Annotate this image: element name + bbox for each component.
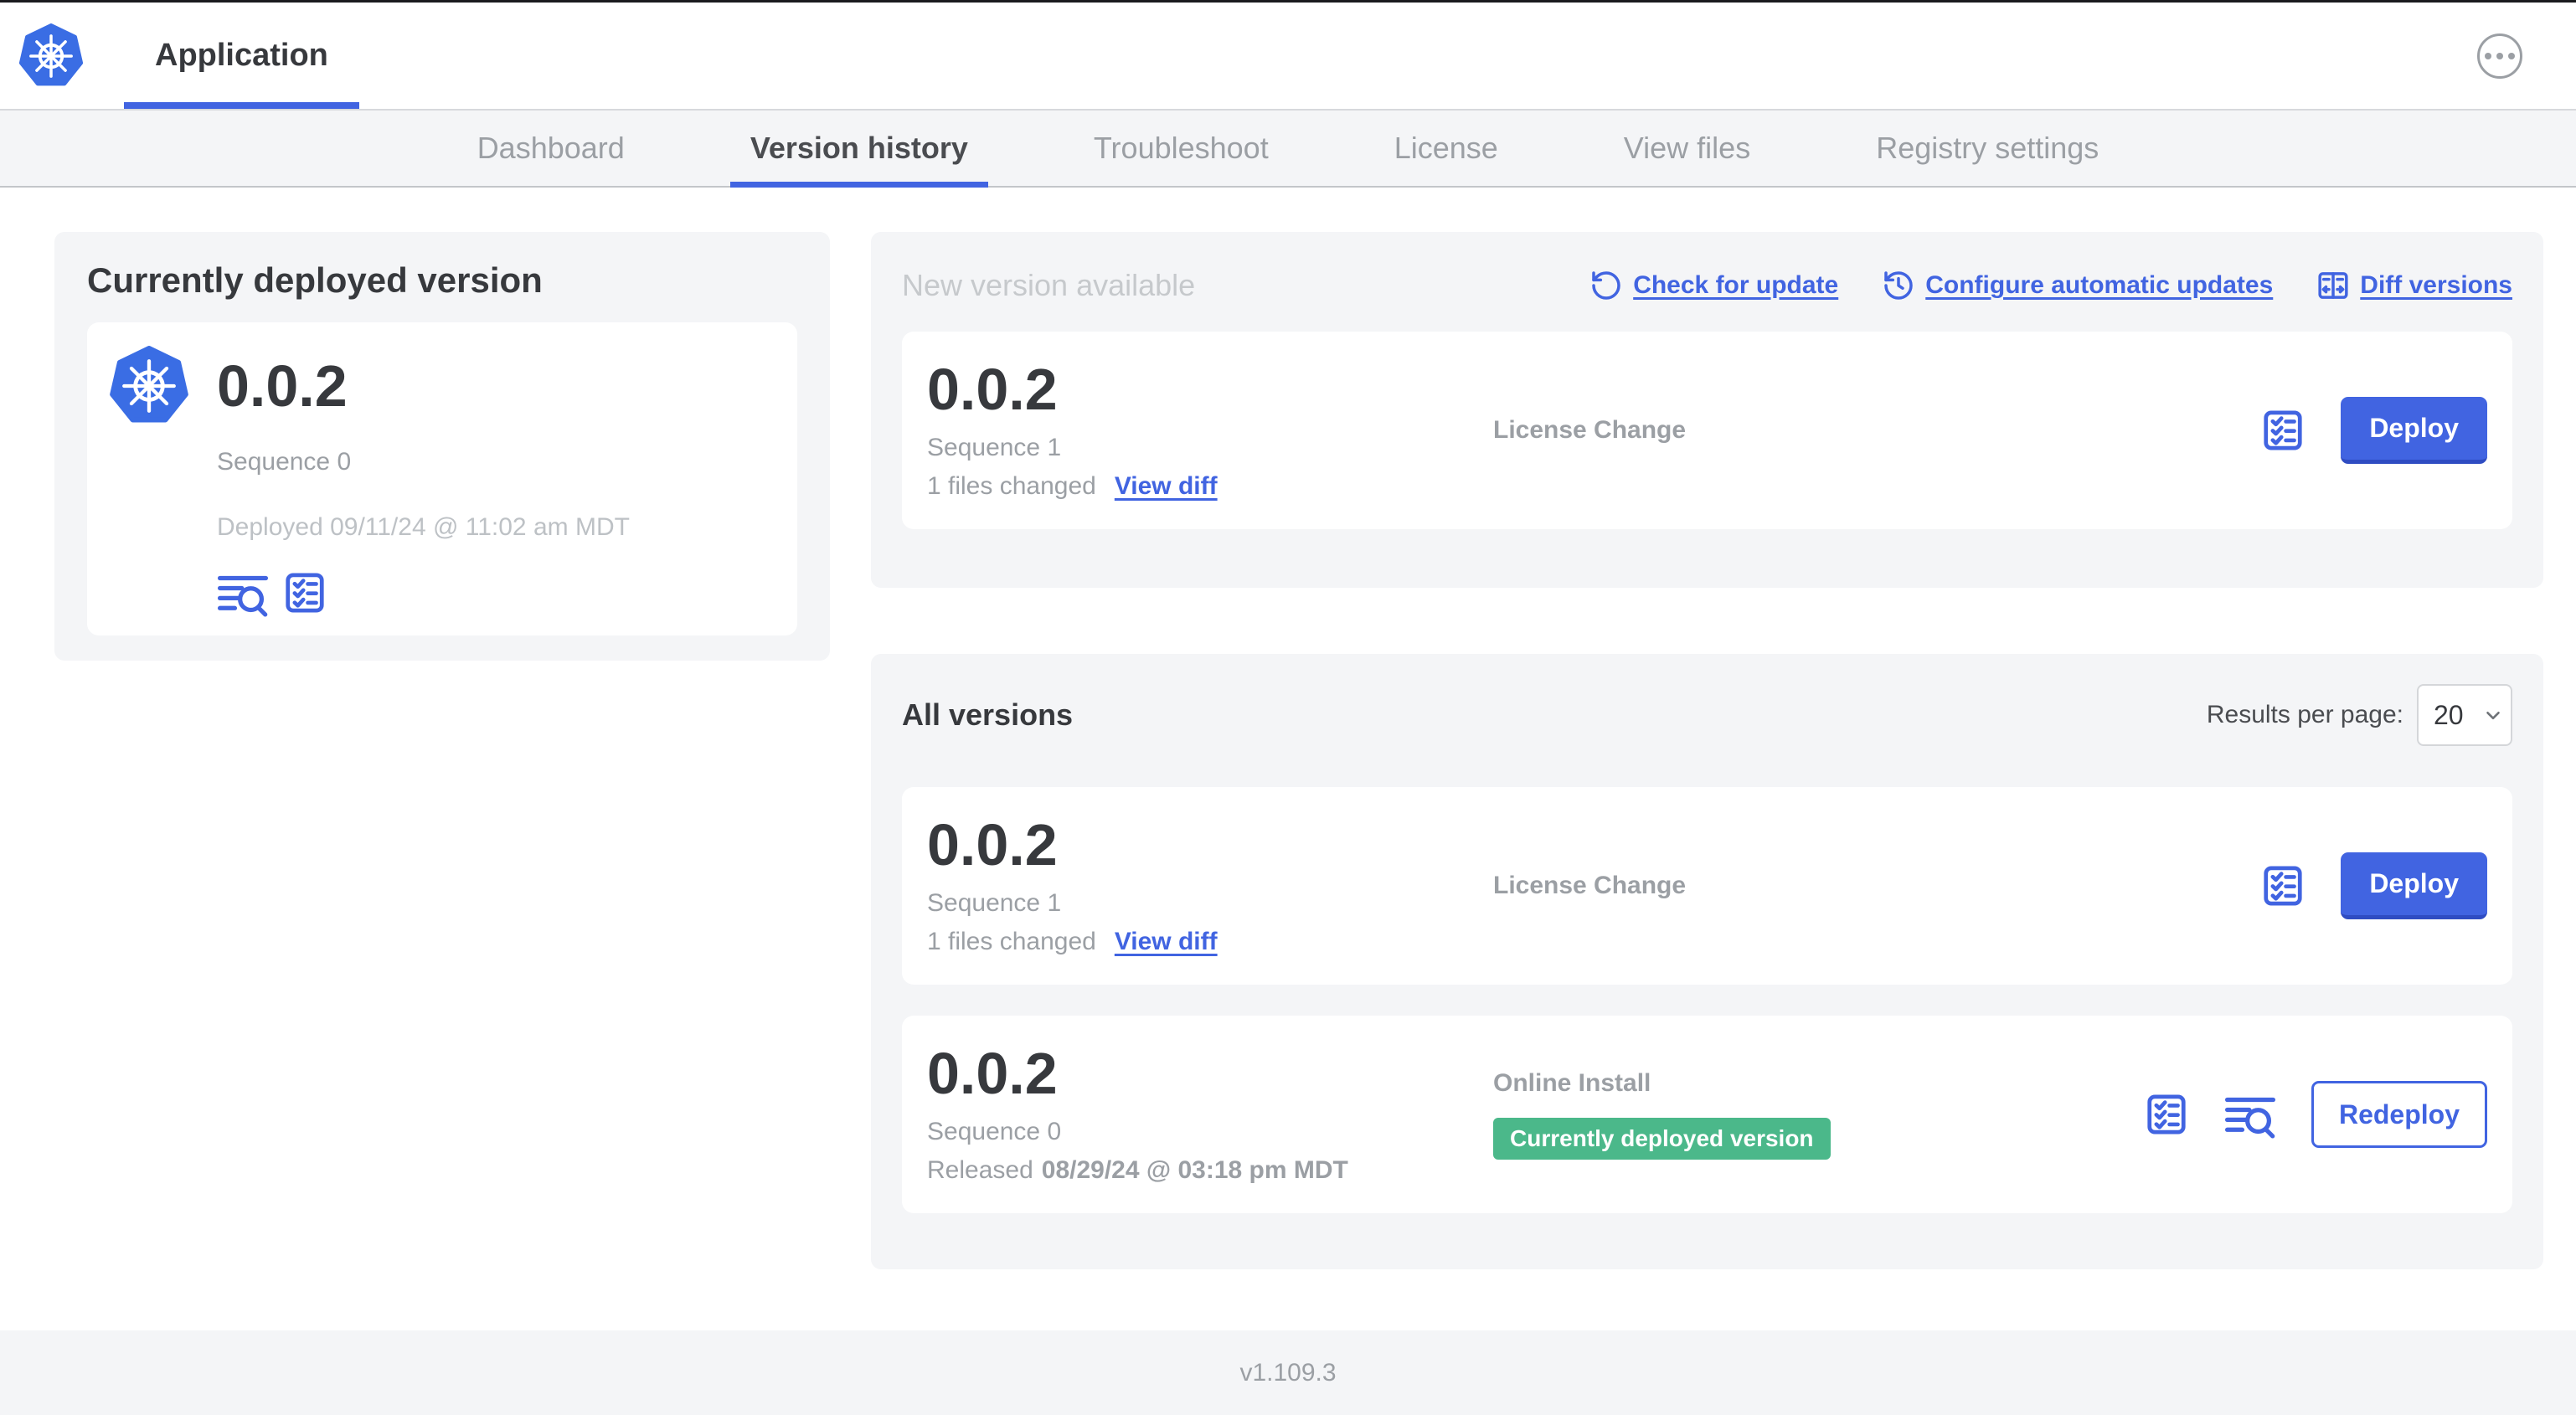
version-row: 0.0.2 Sequence 1 1 files changed View di… [902, 787, 2512, 985]
view-diff-link[interactable]: View diff [1115, 928, 1218, 956]
tab-dashboard[interactable]: Dashboard [477, 111, 625, 186]
version-number: 0.0.2 [927, 1041, 1058, 1106]
tab-view-files[interactable]: View files [1624, 111, 1750, 186]
deploy-button[interactable]: Deploy [2341, 852, 2487, 919]
view-logs-icon[interactable] [217, 570, 269, 615]
redeploy-button[interactable]: Redeploy [2311, 1081, 2487, 1148]
deploy-button[interactable]: Deploy [2341, 397, 2487, 464]
version-sequence: Sequence 1 [927, 889, 1062, 917]
current-version-number: 0.0.2 [217, 353, 348, 419]
preflight-checks-icon[interactable] [2144, 1092, 2189, 1137]
kubernetes-version-icon [109, 346, 189, 426]
tab-license[interactable]: License [1394, 111, 1498, 186]
refresh-icon [1589, 269, 1623, 302]
right-column: New version available Check for update C… [871, 232, 2543, 1269]
results-per-page-label: Results per page: [2206, 701, 2403, 728]
view-logs-icon[interactable] [2224, 1092, 2276, 1137]
console-footer: v1.109.3 [0, 1330, 2576, 1415]
diff-icon [2316, 269, 2350, 302]
version-source: License Change [1493, 872, 1687, 899]
tab-version-history[interactable]: Version history [729, 111, 988, 188]
current-version-sequence: Sequence 0 [217, 448, 352, 476]
version-sequence: Sequence 0 [927, 1118, 1062, 1145]
app-tab-label: Application [155, 38, 328, 73]
version-row: 0.0.2 Sequence 0 Released 08/29/24 @ 03:… [902, 1016, 2512, 1213]
preflight-checks-icon[interactable] [282, 570, 327, 615]
files-changed-label: 1 files changed [927, 472, 1096, 500]
kubernetes-logo-icon [18, 23, 84, 89]
version-history-page: Currently deployed version 0.0.2 Sequenc… [0, 188, 2576, 1269]
version-sequence: Sequence 1 [927, 434, 1062, 461]
current-version-card: 0.0.2 Sequence 0 Deployed 09/11/24 @ 11:… [87, 322, 797, 635]
tab-registry-settings[interactable]: Registry settings [1876, 111, 2099, 186]
new-version-panel: New version available Check for update C… [871, 232, 2543, 588]
app-header: Application [0, 3, 2576, 109]
active-app-tab-underline [124, 102, 359, 109]
version-number: 0.0.2 [927, 357, 1058, 422]
configure-automatic-updates-link[interactable]: Configure automatic updates [1882, 269, 2273, 302]
released-timestamp: 08/29/24 @ 03:18 pm MDT [1041, 1156, 1348, 1184]
active-tab-underline [729, 182, 988, 188]
files-changed-label: 1 files changed [927, 928, 1096, 955]
console-nav: Dashboard Version history Troubleshoot L… [0, 109, 2576, 188]
version-source: License Change [1493, 416, 1687, 444]
preflight-checks-icon[interactable] [2260, 863, 2306, 908]
new-version-title: New version available [902, 268, 1196, 302]
all-versions-panel: All versions Results per page: 20 0.0.2 [871, 654, 2543, 1269]
schedule-icon [1882, 269, 1915, 302]
tab-troubleshoot[interactable]: Troubleshoot [1094, 111, 1269, 186]
released-label: Released [927, 1156, 1033, 1184]
ellipsis-icon [2485, 52, 2515, 59]
version-number: 0.0.2 [927, 812, 1058, 877]
app-tab-application[interactable]: Application [124, 3, 359, 109]
all-versions-title: All versions [902, 697, 1074, 732]
console-version: v1.109.3 [1239, 1358, 1337, 1387]
results-per-page-select[interactable]: 20 [2417, 684, 2512, 746]
version-source: Online Install [1493, 1069, 1651, 1097]
check-for-update-link[interactable]: Check for update [1589, 269, 1838, 302]
view-diff-link[interactable]: View diff [1115, 472, 1218, 501]
diff-versions-link[interactable]: Diff versions [2316, 269, 2512, 302]
overflow-menu-button[interactable] [2477, 33, 2522, 79]
current-version-deployed-timestamp: Deployed 09/11/24 @ 11:02 am MDT [217, 513, 630, 541]
currently-deployed-panel: Currently deployed version 0.0.2 Sequenc… [54, 232, 830, 661]
new-version-row: 0.0.2 Sequence 1 1 files changed View di… [902, 332, 2512, 529]
preflight-checks-icon[interactable] [2260, 408, 2306, 453]
currently-deployed-title: Currently deployed version [87, 260, 543, 300]
currently-deployed-badge: Currently deployed version [1493, 1118, 1831, 1160]
